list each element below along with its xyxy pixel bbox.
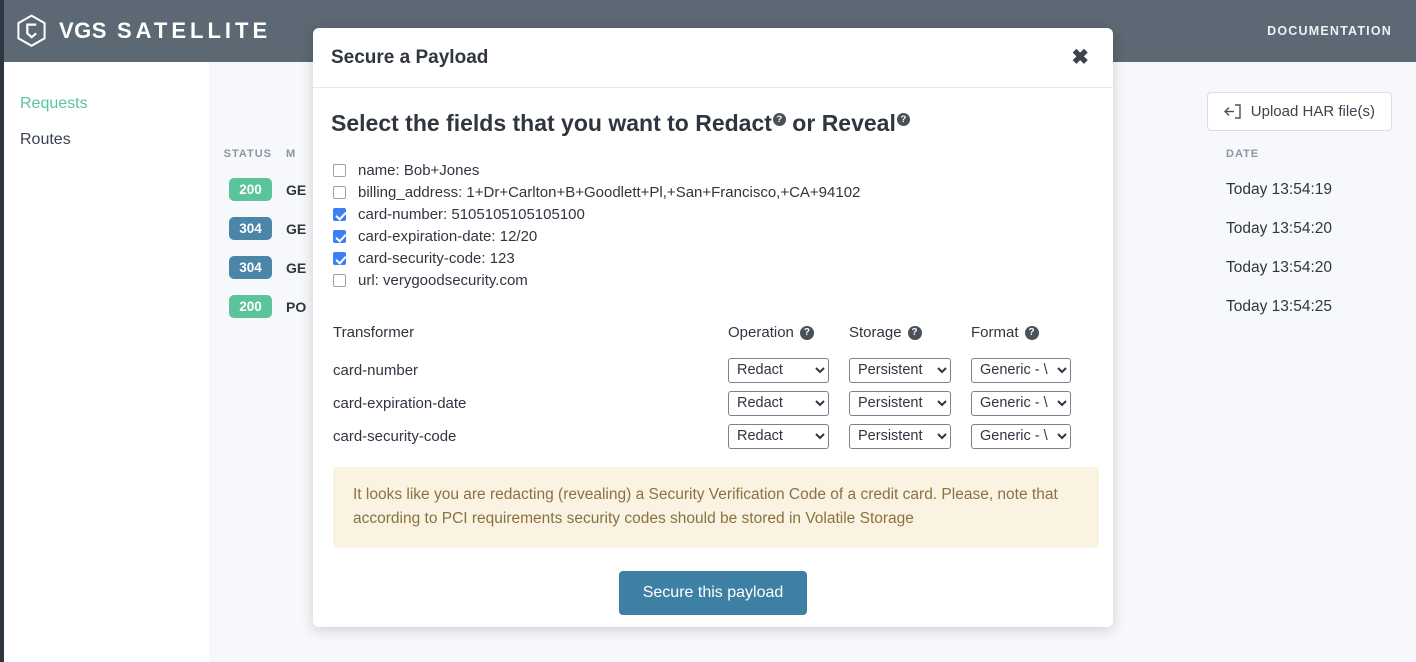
transformer-header-format: Format? xyxy=(971,324,1081,341)
transformer-row-card-security-code: card-security-code Redact Persistent Gen… xyxy=(333,420,1095,453)
upload-har-button-label: Upload HAR file(s) xyxy=(1250,103,1375,120)
transformer-format-cell-card-expiration-date: Generic - \ xyxy=(971,390,1081,416)
transformer-name-card-security-code: card-security-code xyxy=(333,427,457,445)
field-label-card-expiration-date: card-expiration-date: 12/20 xyxy=(358,228,538,246)
modal-heading-part1: Select the fields that you want to Redac… xyxy=(331,110,772,136)
field-checkbox-billing-address[interactable] xyxy=(333,186,346,200)
operation-select-card-security-code[interactable]: Redact xyxy=(728,423,829,449)
sidebar-item-requests-label: Requests xyxy=(20,95,88,112)
field-label-name: name: Bob+Jones xyxy=(358,162,480,180)
transformer-row-card-number: card-number Redact Persistent Generic - … xyxy=(333,354,1095,387)
reveal-help-icon[interactable]: ? xyxy=(896,113,910,127)
transformer-row-card-expiration-date: card-expiration-date Redact Persistent G… xyxy=(333,387,1095,420)
operation-select-card-expiration-date[interactable]: Redact xyxy=(728,390,829,416)
transformer-table-header: Transformer Operation? Storage? Format? xyxy=(333,318,1095,348)
transformer-format-cell-card-security-code: Generic - \ xyxy=(971,423,1081,449)
transformer-operation-cell-card-expiration-date: Redact xyxy=(728,390,849,416)
operation-select-card-number[interactable]: Redact xyxy=(728,357,829,383)
operation-help-icon[interactable]: ? xyxy=(799,326,814,341)
modal-heading: Select the fields that you want to Redac… xyxy=(331,110,1095,138)
transformer-format-cell-card-number: Generic - \ xyxy=(971,357,1081,383)
app-root: VGS SATELLITE DOCUMENTATION Requests Rout… xyxy=(0,0,1416,662)
field-checkbox-card-number[interactable] xyxy=(333,208,346,222)
field-label-url: url: verygoodsecurity.com xyxy=(358,272,528,290)
brand-vgs-label: VGS xyxy=(59,18,107,43)
status-cell: 304 xyxy=(209,217,286,240)
storage-select-card-expiration-date[interactable]: Persistent xyxy=(849,390,951,416)
field-checkbox-url[interactable] xyxy=(333,274,346,288)
transformer-storage-cell-card-security-code: Persistent xyxy=(849,423,971,449)
brand-text: VGS SATELLITE xyxy=(59,18,271,44)
field-row-card-security-code[interactable]: card-security-code: 123 xyxy=(333,248,1095,270)
field-row-billing-address[interactable]: billing_address: 1+Dr+Carlton+B+Goodlett… xyxy=(333,182,1095,204)
import-file-icon xyxy=(1223,104,1241,119)
redact-help-icon[interactable]: ? xyxy=(772,113,786,127)
field-label-billing-address: billing_address: 1+Dr+Carlton+B+Goodlett… xyxy=(358,184,861,202)
documentation-link[interactable]: DOCUMENTATION xyxy=(1267,24,1392,38)
storage-help-icon[interactable]: ? xyxy=(907,326,922,341)
modal-title: Secure a Payload xyxy=(331,46,489,68)
sidebar-item-routes[interactable]: Routes xyxy=(0,122,209,158)
storage-select-card-number[interactable]: Persistent xyxy=(849,357,951,383)
status-cell: 200 xyxy=(209,295,286,318)
transformer-header-operation-label: Operation xyxy=(728,324,794,342)
modal-header: Secure a Payload ✖ xyxy=(313,28,1113,88)
transformer-name-card-number: card-number xyxy=(333,361,419,379)
transformer-table: Transformer Operation? Storage? Format? … xyxy=(333,318,1095,453)
vgs-hexagon-logo-icon xyxy=(17,14,46,47)
transformer-storage-cell-card-expiration-date: Persistent xyxy=(849,390,971,416)
column-header-date: DATE xyxy=(1226,148,1260,160)
format-help-icon[interactable]: ? xyxy=(1024,326,1039,341)
status-badge: 304 xyxy=(229,217,272,240)
format-select-card-security-code[interactable]: Generic - \ xyxy=(971,423,1071,449)
transformer-header-name: Transformer xyxy=(333,324,415,342)
date-cell: Today 13:54:20 xyxy=(1226,219,1333,237)
column-header-status: STATUS xyxy=(223,148,272,160)
sidebar: Requests Routes xyxy=(0,62,209,662)
field-checkbox-card-expiration-date[interactable] xyxy=(333,230,346,244)
transformer-operation-cell-card-number: Redact xyxy=(728,357,849,383)
transformer-storage-cell-card-number: Persistent xyxy=(849,357,971,383)
status-badge: 200 xyxy=(229,178,272,201)
storage-select-card-security-code[interactable]: Persistent xyxy=(849,423,951,449)
pci-warning-text: It looks like you are redacting (reveali… xyxy=(353,485,1058,528)
secure-payload-submit-button[interactable]: Secure this payload xyxy=(618,570,808,615)
brand-satellite-label: SATELLITE xyxy=(116,18,272,43)
field-checkbox-list: name: Bob+Jones billing_address: 1+Dr+Ca… xyxy=(333,160,1095,292)
date-cell: Today 13:54:19 xyxy=(1226,180,1333,198)
upload-har-button[interactable]: Upload HAR file(s) xyxy=(1206,92,1392,131)
date-cell: Today 13:54:20 xyxy=(1226,258,1333,276)
field-row-url[interactable]: url: verygoodsecurity.com xyxy=(333,270,1095,292)
date-cell: Today 13:54:25 xyxy=(1226,297,1333,315)
format-select-card-expiration-date[interactable]: Generic - \ xyxy=(971,390,1071,416)
field-label-card-security-code: card-security-code: 123 xyxy=(358,250,515,268)
sidebar-item-routes-label: Routes xyxy=(20,131,71,148)
close-icon[interactable]: ✖ xyxy=(1067,45,1093,70)
transformer-header-storage: Storage? xyxy=(849,324,971,341)
brand-logo-group[interactable]: VGS SATELLITE xyxy=(16,14,271,48)
transformer-header-storage-label: Storage xyxy=(849,324,902,342)
transformer-header-format-label: Format xyxy=(971,324,1019,342)
status-badge: 304 xyxy=(229,256,272,279)
modal-body: Select the fields that you want to Redac… xyxy=(313,88,1113,548)
pci-warning-banner: It looks like you are redacting (reveali… xyxy=(333,466,1099,548)
status-badge: 200 xyxy=(229,295,272,318)
field-row-name[interactable]: name: Bob+Jones xyxy=(333,160,1095,182)
field-row-card-number[interactable]: card-number: 5105105105105100 xyxy=(333,204,1095,226)
status-cell: 304 xyxy=(209,256,286,279)
transformer-operation-cell-card-security-code: Redact xyxy=(728,423,849,449)
format-select-card-number[interactable]: Generic - \ xyxy=(971,357,1071,383)
status-cell: 200 xyxy=(209,178,286,201)
field-label-card-number: card-number: 5105105105105100 xyxy=(358,206,585,224)
field-row-card-expiration-date[interactable]: card-expiration-date: 12/20 xyxy=(333,226,1095,248)
field-checkbox-card-security-code[interactable] xyxy=(333,252,346,266)
field-checkbox-name[interactable] xyxy=(333,164,346,178)
secure-payload-modal: Secure a Payload ✖ Select the fields tha… xyxy=(313,28,1113,627)
modal-footer: Secure this payload xyxy=(313,548,1113,638)
transformer-name-card-expiration-date: card-expiration-date xyxy=(333,394,467,412)
modal-heading-part2: or Reveal xyxy=(785,110,896,136)
window-left-border xyxy=(0,0,4,662)
transformer-header-operation: Operation? xyxy=(728,324,849,341)
sidebar-item-requests[interactable]: Requests xyxy=(0,86,209,122)
